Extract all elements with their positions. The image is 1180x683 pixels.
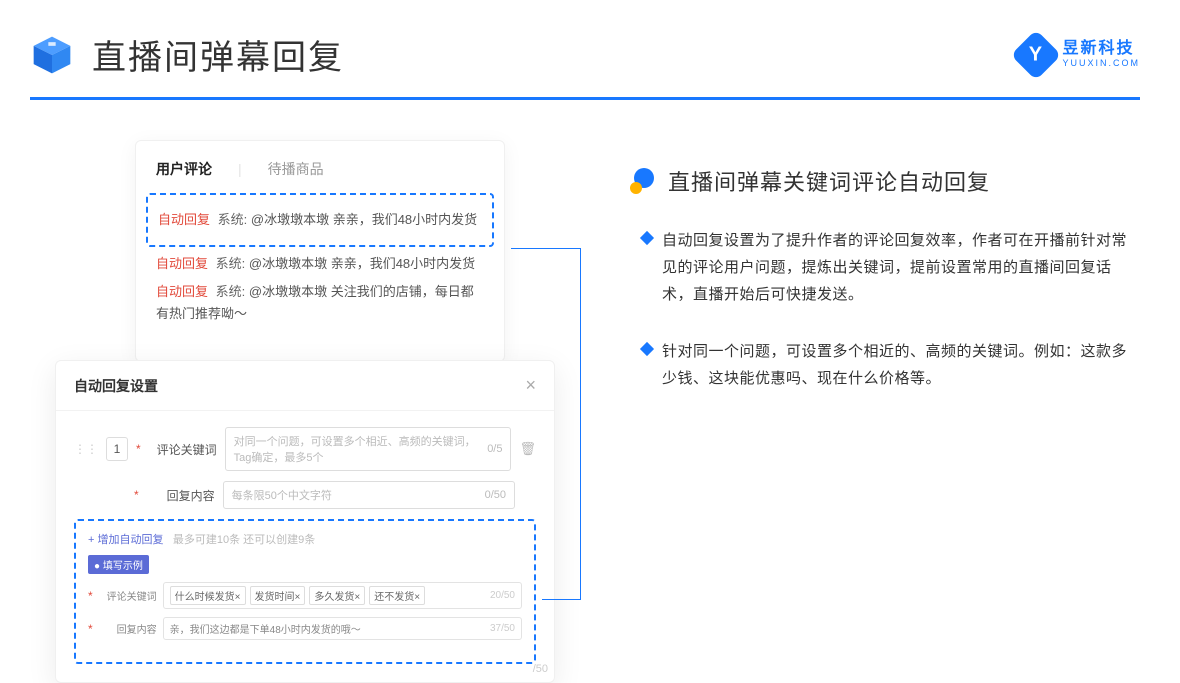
slide-header: 直播间弹幕回复 Y 昱新科技 YUUXIN.COM bbox=[0, 0, 1180, 89]
comment-item: 自动回复 系统: @冰墩墩本墩 关注我们的店铺，每日都有热门推荐呦～ bbox=[156, 281, 484, 325]
left-panel: 用户评论 | 待播商品 自动回复 系统: @冰墩墩本墩 亲亲，我们48小时内发货… bbox=[55, 140, 575, 422]
drag-handle-icon[interactable]: ⋮⋮ bbox=[74, 442, 98, 456]
bullet-item: 自动回复设置为了提升作者的评论回复效率，作者可在开播前针对常见的评论用户问题，提… bbox=[642, 227, 1140, 308]
connector-line bbox=[511, 248, 581, 599]
reply-label: 回复内容 bbox=[149, 487, 215, 504]
settings-dialog: 自动回复设置 × ⋮⋮ 1 * 评论关键词 对同一个问题，可设置多个相近、高频的… bbox=[55, 360, 555, 683]
example-keyword-label: 评论关键词 bbox=[101, 588, 157, 603]
reply-count: 0/50 bbox=[485, 489, 506, 501]
comment-item: 自动回复 系统: @冰墩墩本墩 亲亲，我们48小时内发货 bbox=[156, 253, 484, 275]
connector-line bbox=[542, 599, 581, 600]
example-keyword-row: * 评论关键词 什么时候发货× 发货时间× 多久发货× 还不发货× 20/50 bbox=[88, 582, 522, 609]
comments-card: 用户评论 | 待播商品 自动回复 系统: @冰墩墩本墩 亲亲，我们48小时内发货… bbox=[135, 140, 505, 362]
bullet-text: 针对同一个问题，可设置多个相近的、高频的关键词。例如：这款多少钱、这块能优惠吗、… bbox=[662, 338, 1140, 392]
header-left: 直播间弹幕回复 bbox=[30, 30, 344, 79]
system-label: 系统: bbox=[218, 212, 248, 227]
diamond-icon bbox=[640, 342, 654, 356]
dialog-body: ⋮⋮ 1 * 评论关键词 对同一个问题，可设置多个相近、高频的关键词，Tag确定… bbox=[56, 411, 554, 682]
tab-separator: | bbox=[238, 161, 242, 177]
reply-input[interactable]: 每条限50个中文字符 0/50 bbox=[223, 481, 515, 509]
comment-tabs: 用户评论 | 待播商品 bbox=[156, 159, 484, 179]
auto-reply-badge: 自动回复 bbox=[158, 212, 210, 227]
outer-count: /50 bbox=[533, 663, 548, 675]
right-panel: 直播间弹幕关键词评论自动回复 自动回复设置为了提升作者的评论回复效率，作者可在开… bbox=[595, 140, 1140, 422]
tab-user-comments[interactable]: 用户评论 bbox=[156, 159, 212, 179]
comment-text: @冰墩墩本墩 亲亲，我们48小时内发货 bbox=[249, 256, 475, 271]
example-badge: ● 填写示例 bbox=[88, 555, 149, 574]
keyword-tag[interactable]: 多久发货× bbox=[309, 586, 365, 605]
keyword-label: 评论关键词 bbox=[151, 441, 217, 458]
example-highlight-box: + 增加自动回复 最多可建10条 还可以创建9条 ● 填写示例 * 评论关键词 … bbox=[74, 519, 536, 664]
keyword-tag[interactable]: 什么时候发货× bbox=[170, 586, 246, 605]
add-reply-link[interactable]: + 增加自动回复 bbox=[88, 534, 163, 546]
content-area: 用户评论 | 待播商品 自动回复 系统: @冰墩墩本墩 亲亲，我们48小时内发货… bbox=[0, 100, 1180, 422]
required-marker: * bbox=[136, 442, 141, 456]
comment-text: @冰墩墩本墩 亲亲，我们48小时内发货 bbox=[251, 212, 477, 227]
auto-reply-badge: 自动回复 bbox=[156, 284, 208, 299]
logo-text: 昱新科技 YUUXIN.COM bbox=[1062, 41, 1140, 68]
highlighted-comment-row: 自动回复 系统: @冰墩墩本墩 亲亲，我们48小时内发货 bbox=[146, 193, 494, 247]
add-hint: 最多可建10条 还可以创建9条 bbox=[173, 534, 315, 546]
page-title: 直播间弹幕回复 bbox=[92, 30, 344, 79]
system-label: 系统: bbox=[216, 256, 246, 271]
diamond-icon bbox=[640, 231, 654, 245]
brand-logo: Y 昱新科技 YUUXIN.COM bbox=[1018, 37, 1140, 73]
auto-reply-badge: 自动回复 bbox=[156, 256, 208, 271]
section-heading: 直播间弹幕关键词评论自动回复 bbox=[630, 165, 1140, 197]
keyword-row: ⋮⋮ 1 * 评论关键词 对同一个问题，可设置多个相近、高频的关键词，Tag确定… bbox=[74, 427, 536, 471]
keyword-count: 0/5 bbox=[487, 443, 502, 455]
example-reply-count: 37/50 bbox=[490, 623, 515, 634]
bullet-list: 自动回复设置为了提升作者的评论回复效率，作者可在开播前针对常见的评论用户问题，提… bbox=[642, 227, 1140, 392]
example-keyword-input[interactable]: 什么时候发货× 发货时间× 多久发货× 还不发货× 20/50 bbox=[163, 582, 522, 609]
required-marker: * bbox=[134, 488, 139, 502]
logo-badge-icon: Y bbox=[1011, 29, 1062, 80]
reply-row: * 回复内容 每条限50个中文字符 0/50 bbox=[74, 481, 536, 509]
section-title: 直播间弹幕关键词评论自动回复 bbox=[668, 165, 990, 197]
bullet-text: 自动回复设置为了提升作者的评论回复效率，作者可在开播前针对常见的评论用户问题，提… bbox=[662, 227, 1140, 308]
tab-pending-goods[interactable]: 待播商品 bbox=[268, 159, 324, 179]
comment-item: 自动回复 系统: @冰墩墩本墩 亲亲，我们48小时内发货 bbox=[158, 209, 482, 231]
keyword-tag[interactable]: 还不发货× bbox=[369, 586, 425, 605]
dialog-header: 自动回复设置 × bbox=[56, 361, 554, 411]
bullet-item: 针对同一个问题，可设置多个相近的、高频的关键词。例如：这款多少钱、这块能优惠吗、… bbox=[642, 338, 1140, 392]
example-reply-row: * 回复内容 亲，我们这边都是下单48小时内发货的哦～ 37/50 bbox=[88, 617, 522, 640]
system-label: 系统: bbox=[216, 284, 246, 299]
cube-icon bbox=[30, 33, 74, 77]
dialog-title: 自动回复设置 bbox=[74, 376, 158, 396]
index-box: 1 bbox=[106, 437, 128, 461]
example-reply-label: 回复内容 bbox=[101, 621, 157, 636]
keyword-input[interactable]: 对同一个问题，可设置多个相近、高频的关键词，Tag确定，最多5个 0/5 bbox=[225, 427, 512, 471]
keyword-tag[interactable]: 发货时间× bbox=[250, 586, 306, 605]
bubble-icon bbox=[630, 168, 656, 194]
example-reply-input[interactable]: 亲，我们这边都是下单48小时内发货的哦～ 37/50 bbox=[163, 617, 522, 640]
